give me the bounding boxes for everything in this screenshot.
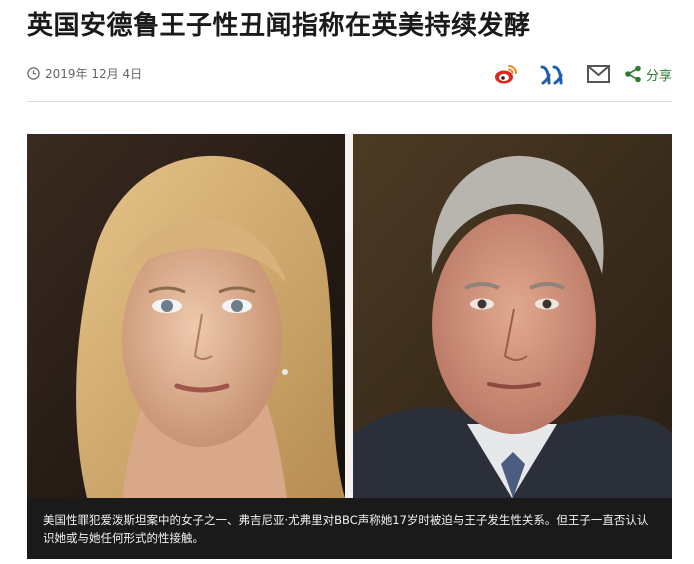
share-button[interactable]: 分享 — [624, 63, 672, 85]
renren-icon[interactable] — [540, 63, 566, 85]
weibo-icon[interactable] — [494, 63, 518, 85]
publish-date: 2019年 12月 4日 — [27, 65, 142, 82]
article-photo — [27, 134, 672, 498]
divider — [27, 101, 672, 102]
publish-date-text: 2019年 12月 4日 — [45, 67, 143, 81]
share-bar: 分享 — [494, 62, 672, 86]
clock-icon — [27, 67, 40, 80]
article-headline: 英国安德鲁王子性丑闻指称在英美持续发酵 — [27, 11, 531, 41]
mail-icon[interactable] — [586, 65, 610, 83]
article-meta: 2019年 12月 4日 分享 — [27, 62, 672, 86]
photo-caption: 美国性罪犯爱泼斯坦案中的女子之一、弗吉尼亚·尤弗里对BBC声称她17岁时被迫与王… — [27, 498, 672, 559]
share-icon — [625, 65, 641, 83]
share-label: 分享 — [645, 68, 672, 84]
